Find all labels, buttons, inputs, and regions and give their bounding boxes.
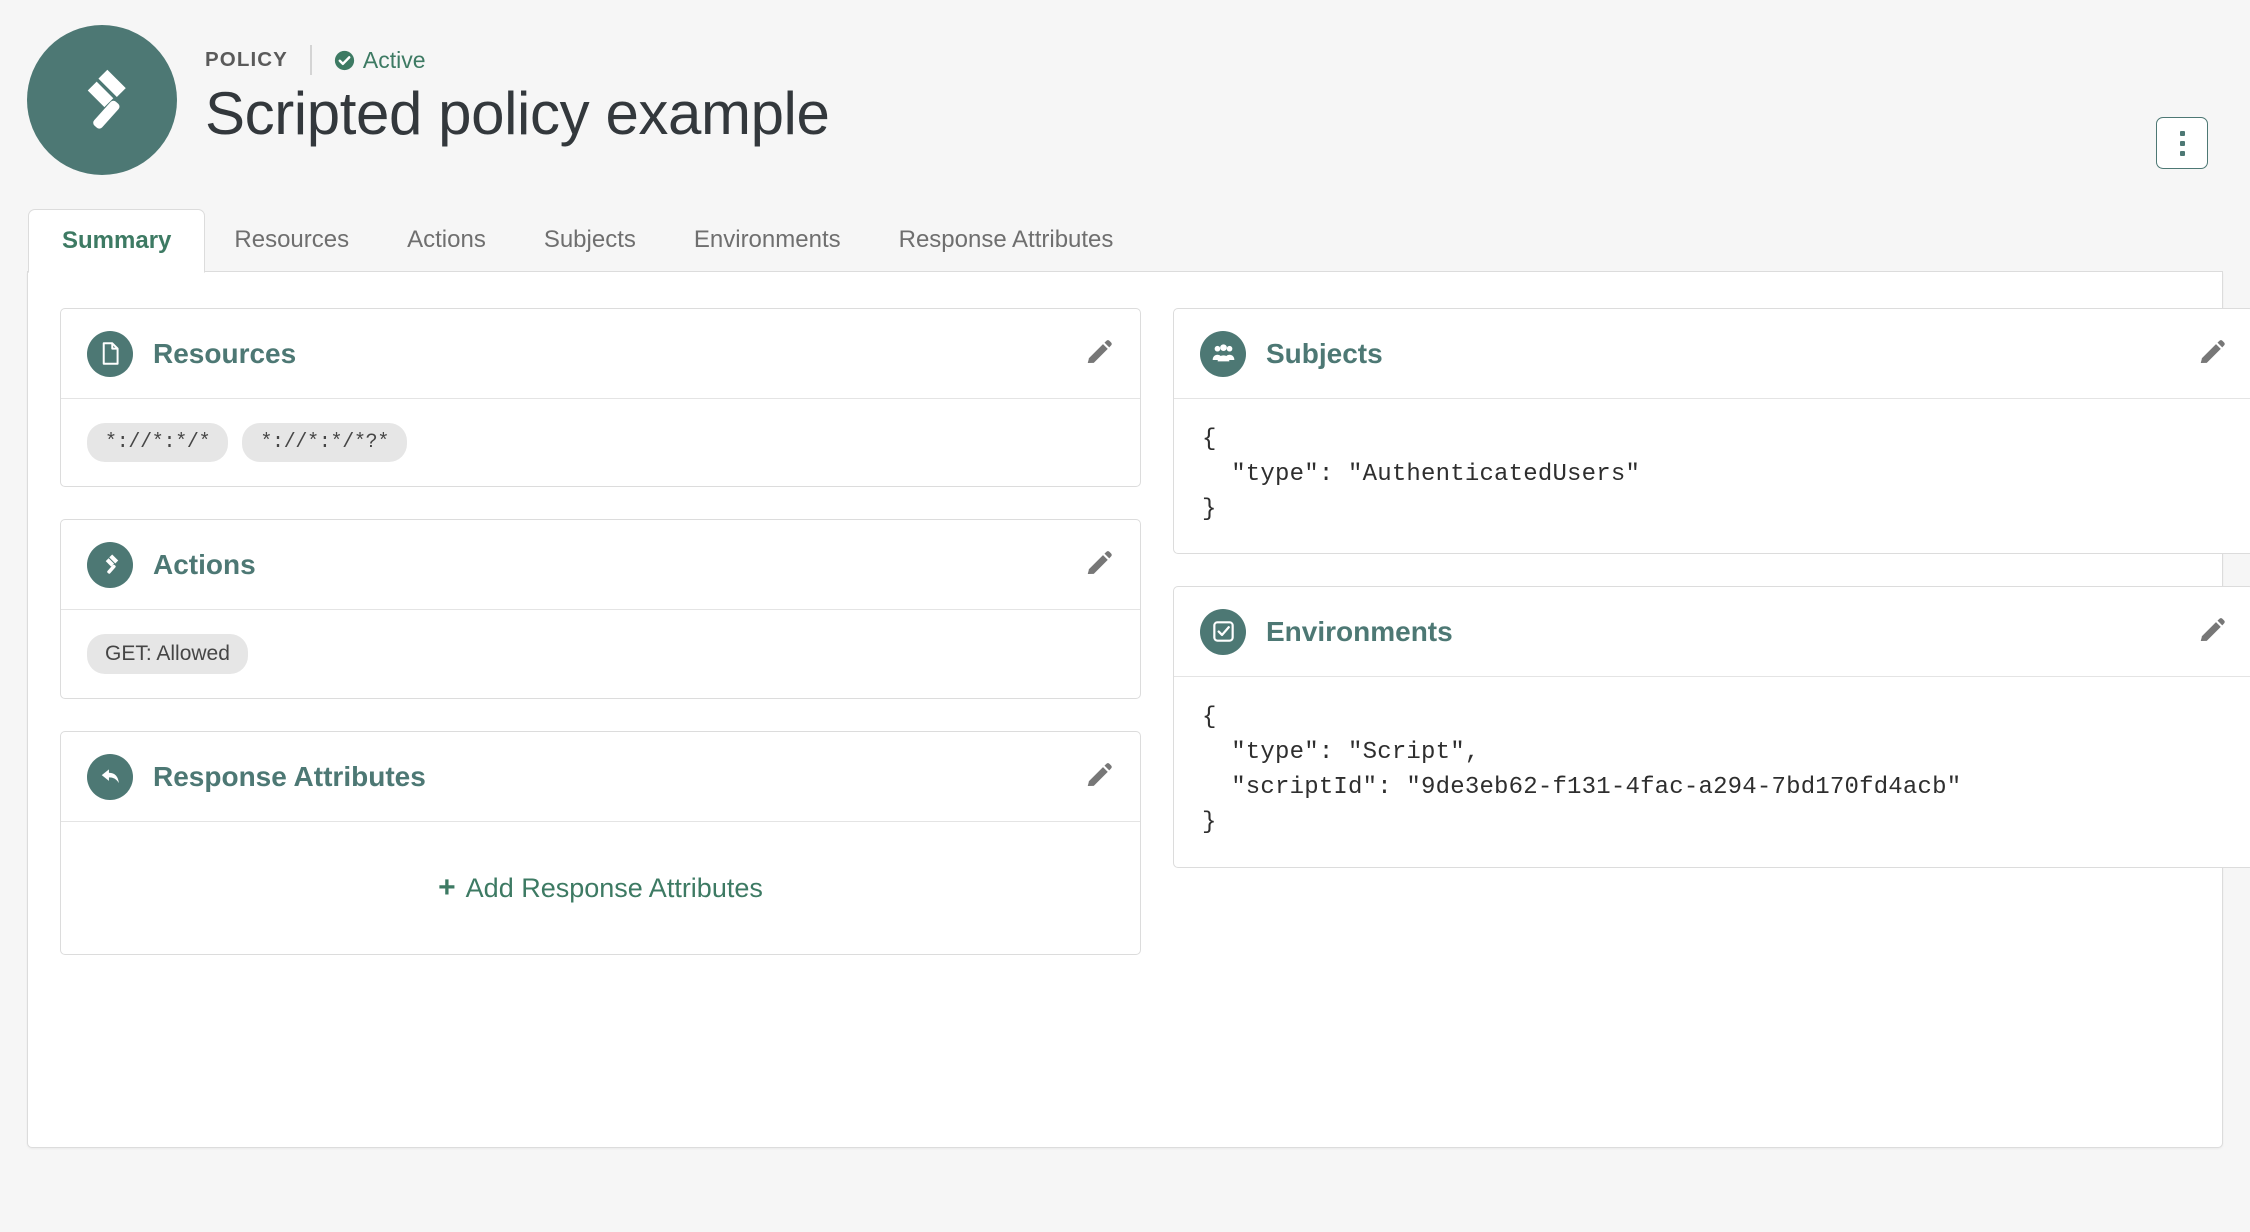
actions-card-body: GET: Allowed	[61, 610, 1140, 698]
summary-columns: Resources *://*:*/* *://*:*/*?* Actions …	[60, 308, 2250, 955]
header-actions	[2156, 25, 2220, 169]
add-response-attributes-label: Add Response Attributes	[465, 872, 763, 903]
tabs-container: Summary Resources Actions Subjects Envir…	[0, 208, 2250, 273]
reply-arrow-icon	[87, 753, 133, 800]
resource-chip: *://*:*/*	[87, 423, 229, 462]
gavel-icon	[87, 541, 133, 588]
subjects-card-title: Subjects	[1266, 337, 1383, 369]
actions-chip-list: GET: Allowed	[87, 634, 1114, 674]
tab-label: Resources	[234, 226, 350, 253]
resources-card-body: *://*:*/* *://*:*/*?*	[61, 399, 1140, 486]
pencil-icon[interactable]	[1084, 550, 1114, 580]
page-kind-label: POLICY	[205, 48, 288, 71]
plus-icon: +	[438, 871, 456, 904]
left-column: Resources *://*:*/* *://*:*/*?* Actions …	[60, 308, 1141, 955]
header-divider	[309, 45, 312, 75]
actions-card: Actions GET: Allowed	[60, 519, 1141, 699]
tab-label: Response Attributes	[898, 226, 1114, 253]
tab-environments[interactable]: Environments	[665, 209, 870, 271]
summary-panel: Resources *://*:*/* *://*:*/*?* Actions …	[27, 272, 2250, 1148]
tab-label: Subjects	[543, 226, 636, 253]
tab-list: Summary Resources Actions Subjects Envir…	[27, 208, 2223, 273]
resources-card-header: Resources	[61, 309, 1140, 399]
policy-detail-page: POLICY Active Scripted policy example Su…	[0, 0, 2250, 1232]
resource-chip: *://*:*/*?*	[242, 423, 408, 462]
tab-label: Actions	[407, 226, 486, 253]
action-chip: GET: Allowed	[87, 634, 248, 674]
pencil-icon[interactable]	[1084, 762, 1114, 792]
subjects-json: { "type": "AuthenticatedUsers" }	[1202, 426, 1641, 523]
tab-subjects[interactable]: Subjects	[515, 209, 665, 271]
response-attributes-card-body: + Add Response Attributes	[61, 822, 1140, 954]
actions-card-header: Actions	[61, 520, 1140, 610]
tab-response-attributes[interactable]: Response Attributes	[870, 209, 1143, 271]
status-label: Active	[362, 46, 426, 73]
tab-actions[interactable]: Actions	[378, 209, 515, 271]
subjects-card: Subjects { "type": "AuthenticatedUsers" …	[1173, 308, 2250, 555]
right-column: Subjects { "type": "AuthenticatedUsers" …	[1173, 308, 2250, 955]
add-response-attributes-button[interactable]: + Add Response Attributes	[438, 873, 763, 904]
header-text-block: POLICY Active Scripted policy example	[205, 25, 830, 150]
environments-card: Environments { "type": "Script", "script…	[1173, 586, 2250, 868]
environments-card-header: Environments	[1174, 587, 2250, 678]
page-header: POLICY Active Scripted policy example	[0, 0, 2250, 210]
tab-summary[interactable]: Summary	[28, 208, 206, 273]
page-title: Scripted policy example	[205, 80, 830, 147]
users-group-icon	[1200, 330, 1246, 377]
kebab-dot	[2179, 140, 2185, 146]
environments-json: { "type": "Script", "scriptId": "9de3eb6…	[1202, 704, 1962, 836]
eyebrow-row: POLICY Active	[205, 45, 829, 75]
status-badge: Active	[334, 47, 426, 74]
tab-label: Environments	[693, 226, 841, 253]
environments-card-title: Environments	[1266, 615, 1453, 647]
tab-label: Summary	[62, 226, 172, 254]
response-attributes-card: Response Attributes + Add Response Attri…	[60, 731, 1141, 955]
pencil-icon[interactable]	[2197, 339, 2227, 369]
checkbox-checked-icon	[1200, 608, 1246, 655]
document-icon	[87, 330, 133, 377]
actions-card-title: Actions	[153, 548, 256, 580]
response-attributes-card-title: Response Attributes	[153, 760, 426, 792]
tab-resources[interactable]: Resources	[205, 209, 378, 271]
response-attributes-card-header: Response Attributes	[61, 732, 1140, 822]
resources-card: Resources *://*:*/* *://*:*/*?*	[60, 308, 1141, 487]
gavel-icon	[27, 25, 177, 175]
subjects-card-header: Subjects	[1174, 309, 2250, 399]
kebab-menu-icon[interactable]	[2156, 117, 2208, 169]
kebab-dot	[2179, 150, 2185, 156]
resources-card-title: Resources	[153, 337, 297, 369]
kebab-dot	[2179, 130, 2185, 136]
resources-chip-list: *://*:*/* *://*:*/*?*	[87, 423, 1114, 462]
pencil-icon[interactable]	[2197, 617, 2227, 647]
check-circle-icon	[334, 50, 355, 71]
pencil-icon[interactable]	[1084, 339, 1114, 369]
